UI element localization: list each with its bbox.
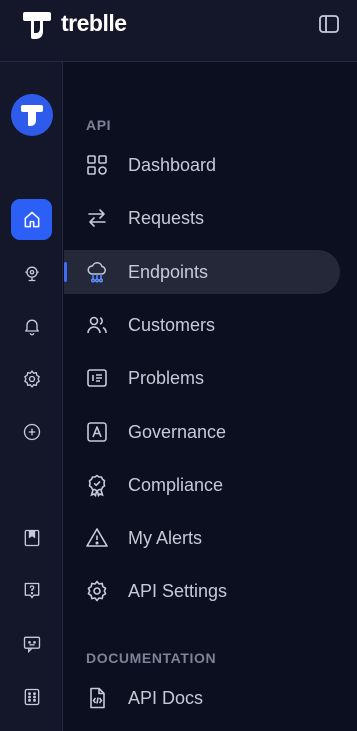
nav-item-label: Compliance: [128, 475, 224, 495]
rail-help-button[interactable]: [11, 570, 52, 611]
home-icon: [24, 211, 39, 227]
plus-circle-icon: [23, 423, 40, 440]
nav-item-customers[interactable]: Customers: [64, 303, 340, 347]
sidebar-toggle-icon[interactable]: [317, 12, 341, 36]
rail-tools-button[interactable]: [11, 252, 52, 293]
nav-item-api-settings[interactable]: API Settings: [64, 569, 340, 613]
nav-item-label: Requests: [128, 208, 205, 228]
apps-icon: [24, 688, 39, 705]
rail-apps-button[interactable]: [11, 676, 52, 717]
section-label-documentation: DOCUMENTATION: [86, 650, 217, 666]
rail-settings-button[interactable]: [11, 358, 52, 399]
treblle-avatar-icon: [21, 105, 43, 126]
warning-triangle-icon: [86, 528, 108, 547]
nav-item-governance[interactable]: Governance: [64, 410, 340, 454]
gear-icon: [87, 580, 107, 602]
top-bar: treblle: [0, 0, 357, 62]
workspace-avatar[interactable]: [11, 94, 53, 136]
users-icon: [87, 316, 107, 334]
nav-item-label: Dashboard: [128, 155, 217, 175]
nav-item-compliance[interactable]: Compliance: [64, 463, 340, 507]
rail-chat-button[interactable]: [11, 623, 52, 664]
nav-item-api-docs[interactable]: API Docs: [64, 676, 340, 720]
gear-icon: [23, 369, 40, 388]
tools-network-icon: [24, 266, 39, 281]
rail-home-button[interactable]: [11, 199, 52, 240]
active-indicator: [64, 262, 67, 282]
letter-a-box-icon: [87, 422, 107, 442]
main-navigation: API Dashboard Requests Endpoints Custome…: [64, 62, 357, 731]
cloud-network-icon: [87, 262, 106, 283]
nav-item-label: My Alerts: [128, 528, 203, 548]
rail-notifications-button[interactable]: [11, 305, 52, 346]
nav-item-requests[interactable]: Requests: [64, 196, 340, 240]
nav-item-label: API Docs: [128, 688, 204, 708]
nav-item-label: Problems: [128, 368, 205, 388]
code-document-icon: [90, 687, 105, 709]
treblle-logo-icon[interactable]: [21, 9, 53, 41]
arrows-left-right-icon: [88, 209, 106, 227]
nav-item-label: Governance: [128, 422, 227, 442]
bookmark-icon: [24, 529, 39, 546]
list-box-icon: [87, 369, 107, 387]
grid-icon: [87, 155, 107, 175]
chat-bot-icon: [23, 636, 40, 653]
award-badge-icon: [88, 474, 106, 497]
rail-bookmark-button[interactable]: [11, 517, 52, 558]
nav-item-problems[interactable]: Problems: [64, 356, 340, 400]
nav-item-dashboard[interactable]: Dashboard: [64, 143, 340, 187]
bell-icon: [24, 319, 39, 335]
rail-add-button[interactable]: [11, 411, 52, 452]
section-label-api: API: [86, 117, 112, 133]
nav-item-label: Customers: [128, 315, 216, 335]
icon-rail: [0, 62, 63, 731]
brand-name: treblle: [61, 10, 127, 36]
nav-item-label: API Settings: [128, 581, 228, 601]
help-icon: [24, 582, 39, 598]
nav-item-endpoints[interactable]: Endpoints: [64, 250, 340, 294]
nav-item-my-alerts[interactable]: My Alerts: [64, 516, 340, 560]
nav-item-label: Endpoints: [128, 262, 209, 282]
